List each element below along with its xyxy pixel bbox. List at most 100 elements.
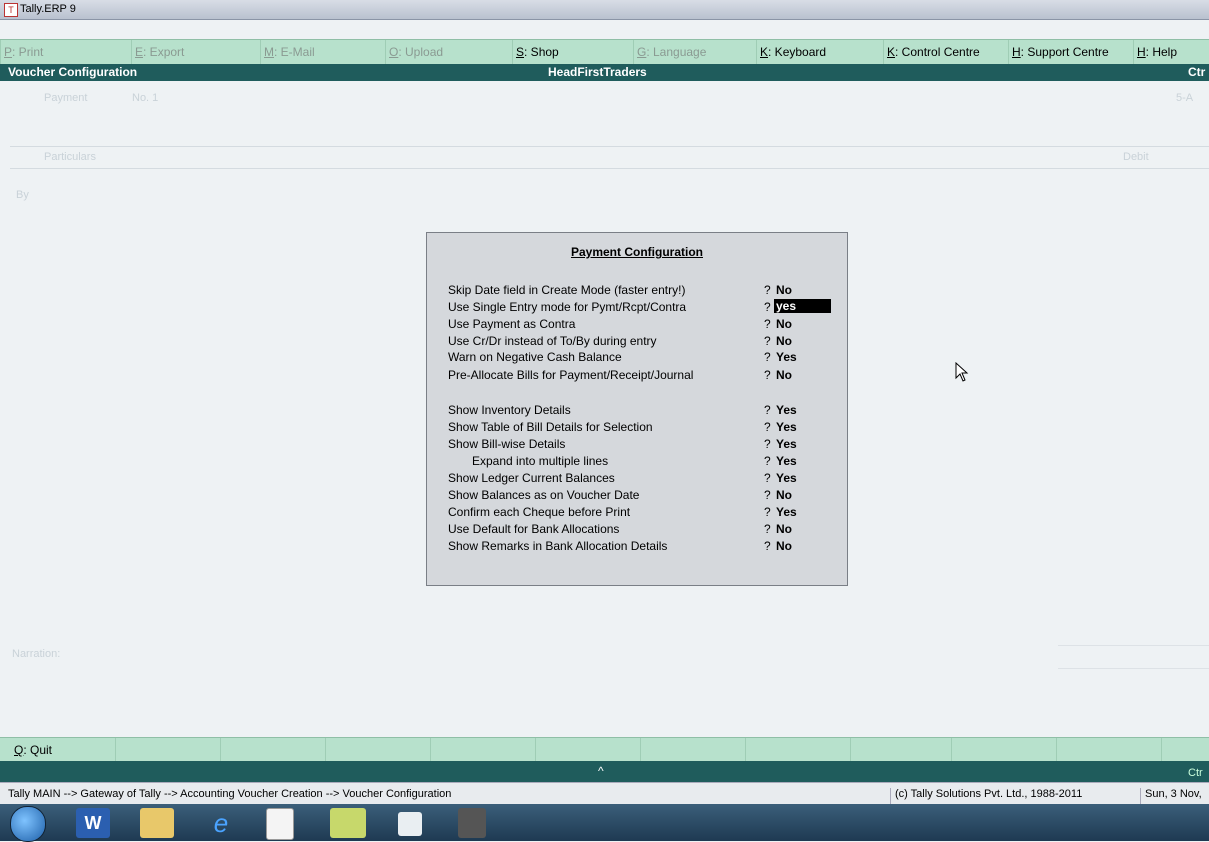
file-manager-icon[interactable] — [140, 808, 174, 838]
option-value[interactable]: No — [776, 368, 792, 382]
bottom-button-empty[interactable] — [951, 738, 1056, 762]
option-value-selected[interactable]: yes — [774, 299, 831, 313]
question-mark: ? — [764, 300, 771, 314]
bottom-button-empty[interactable] — [325, 738, 430, 762]
mouse-pointer-icon — [955, 362, 969, 382]
menu-key: G — [637, 45, 647, 59]
option-value[interactable]: Yes — [776, 403, 797, 417]
option-value[interactable]: Yes — [776, 471, 797, 485]
option-value[interactable]: Yes — [776, 420, 797, 434]
option-label: Show Inventory Details — [448, 403, 571, 417]
menu-help[interactable]: H: Help — [1133, 40, 1209, 65]
divider — [10, 146, 1209, 147]
menu-export[interactable]: E: Export — [131, 40, 263, 65]
start-orb-icon[interactable] — [10, 806, 46, 842]
quit-button[interactable]: Q: Quit — [14, 743, 52, 757]
question-mark: ? — [764, 437, 771, 451]
header-right: Ctr — [1188, 65, 1206, 79]
bottom-button-empty[interactable] — [220, 738, 325, 762]
company-name: HeadFirstTraders — [548, 65, 647, 79]
scroll-up-icon[interactable]: ^ — [598, 764, 604, 778]
option-value[interactable]: No — [776, 488, 792, 502]
menu-label: : Upload — [398, 45, 444, 59]
bottom-header-right: Ctr — [1188, 767, 1203, 779]
screen-title: Voucher Configuration — [8, 65, 138, 79]
option-label: Use Payment as Contra — [448, 317, 576, 331]
total-box — [1058, 645, 1209, 669]
option-label: Confirm each Cheque before Print — [448, 505, 631, 519]
bottom-button-bar: Q: Quit — [0, 737, 1209, 762]
option-label: Expand into multiple lines — [472, 454, 609, 468]
notes-icon[interactable] — [330, 808, 366, 838]
menu-label: : Control Centre — [895, 45, 980, 59]
menu-label: : Help — [1145, 45, 1178, 59]
top-button-bar: P: Print E: Export M: E-Mail O: Upload S… — [0, 39, 1209, 65]
option-value[interactable]: No — [776, 539, 792, 553]
voucher-number: No. 1 — [132, 92, 159, 104]
menu-control-centre[interactable]: K: Control Centre — [883, 40, 1011, 65]
dialog-title: Payment Configuration — [570, 245, 703, 259]
question-mark: ? — [764, 350, 771, 364]
bottom-button-empty[interactable] — [430, 738, 535, 762]
menu-upload[interactable]: O: Upload — [385, 40, 515, 65]
menu-key: H — [1012, 45, 1021, 59]
menu-label: : Shop — [524, 45, 559, 59]
question-mark: ? — [764, 368, 771, 382]
option-value[interactable]: No — [776, 522, 792, 536]
bottom-button-empty[interactable] — [1161, 738, 1209, 762]
tally-icon[interactable] — [266, 808, 294, 840]
question-mark: ? — [764, 454, 771, 468]
option-value[interactable]: No — [776, 317, 792, 331]
bottom-button-empty[interactable] — [640, 738, 745, 762]
internet-explorer-icon[interactable]: e — [204, 808, 238, 838]
question-mark: ? — [764, 471, 771, 485]
quit-label: : Quit — [23, 743, 53, 757]
screen-header: Voucher Configuration HeadFirstTraders C… — [0, 64, 1209, 81]
app-icon[interactable] — [458, 808, 486, 838]
status-bar: Tally MAIN --> Gateway of Tally --> Acco… — [0, 782, 1209, 805]
bottom-button-empty[interactable] — [115, 738, 220, 762]
menu-support-centre[interactable]: H: Support Centre — [1008, 40, 1136, 65]
menu-email[interactable]: M: E-Mail — [260, 40, 388, 65]
menu-shop[interactable]: S: Shop — [512, 40, 636, 65]
menu-keyboard[interactable]: K: Keyboard — [756, 40, 886, 65]
menu-label: : Keyboard — [768, 45, 827, 59]
menu-language[interactable]: G: Language — [633, 40, 759, 65]
option-label: Warn on Negative Cash Balance — [448, 350, 622, 364]
menu-key: O — [389, 45, 399, 59]
option-label: Use Default for Bank Allocations — [448, 522, 620, 536]
menu-key: M — [264, 45, 274, 59]
column-debit: Debit — [1123, 151, 1149, 163]
question-mark: ? — [764, 488, 771, 502]
payment-configuration-dialog: Payment Configuration Skip Date field in… — [426, 232, 848, 586]
question-mark: ? — [764, 522, 771, 536]
bottom-button-empty[interactable] — [535, 738, 640, 762]
option-value[interactable]: No — [776, 334, 792, 348]
question-mark: ? — [764, 420, 771, 434]
option-label: Show Table of Bill Details for Selection — [448, 420, 653, 434]
menu-key: H — [1137, 45, 1146, 59]
bottom-header: ^ Ctr — [0, 761, 1209, 782]
window-titlebar: T Tally.ERP 9 — [0, 0, 1209, 20]
option-value[interactable]: No — [776, 283, 792, 297]
menu-label: : Export — [143, 45, 185, 59]
option-value[interactable]: Yes — [776, 350, 797, 364]
document-icon[interactable] — [398, 812, 422, 836]
option-label: Show Bill-wise Details — [448, 437, 566, 451]
bottom-button-empty[interactable] — [850, 738, 951, 762]
menu-label: : E-Mail — [274, 45, 315, 59]
bottom-button-empty[interactable] — [1056, 738, 1161, 762]
word-icon[interactable]: W — [76, 808, 110, 838]
question-mark: ? — [764, 317, 771, 331]
bottom-button-empty[interactable] — [745, 738, 850, 762]
option-value[interactable]: Yes — [776, 505, 797, 519]
menu-key: K — [760, 45, 769, 59]
quit-key: Q — [14, 743, 24, 757]
narration-label: Narration: — [12, 648, 61, 660]
copyright: (c) Tally Solutions Pvt. Ltd., 1988-2011 — [890, 788, 1082, 805]
menu-print[interactable]: P: Print — [0, 40, 134, 65]
option-value[interactable]: Yes — [776, 437, 797, 451]
question-mark: ? — [764, 334, 771, 348]
option-value[interactable]: Yes — [776, 454, 797, 468]
option-label: Show Balances as on Voucher Date — [448, 488, 640, 502]
